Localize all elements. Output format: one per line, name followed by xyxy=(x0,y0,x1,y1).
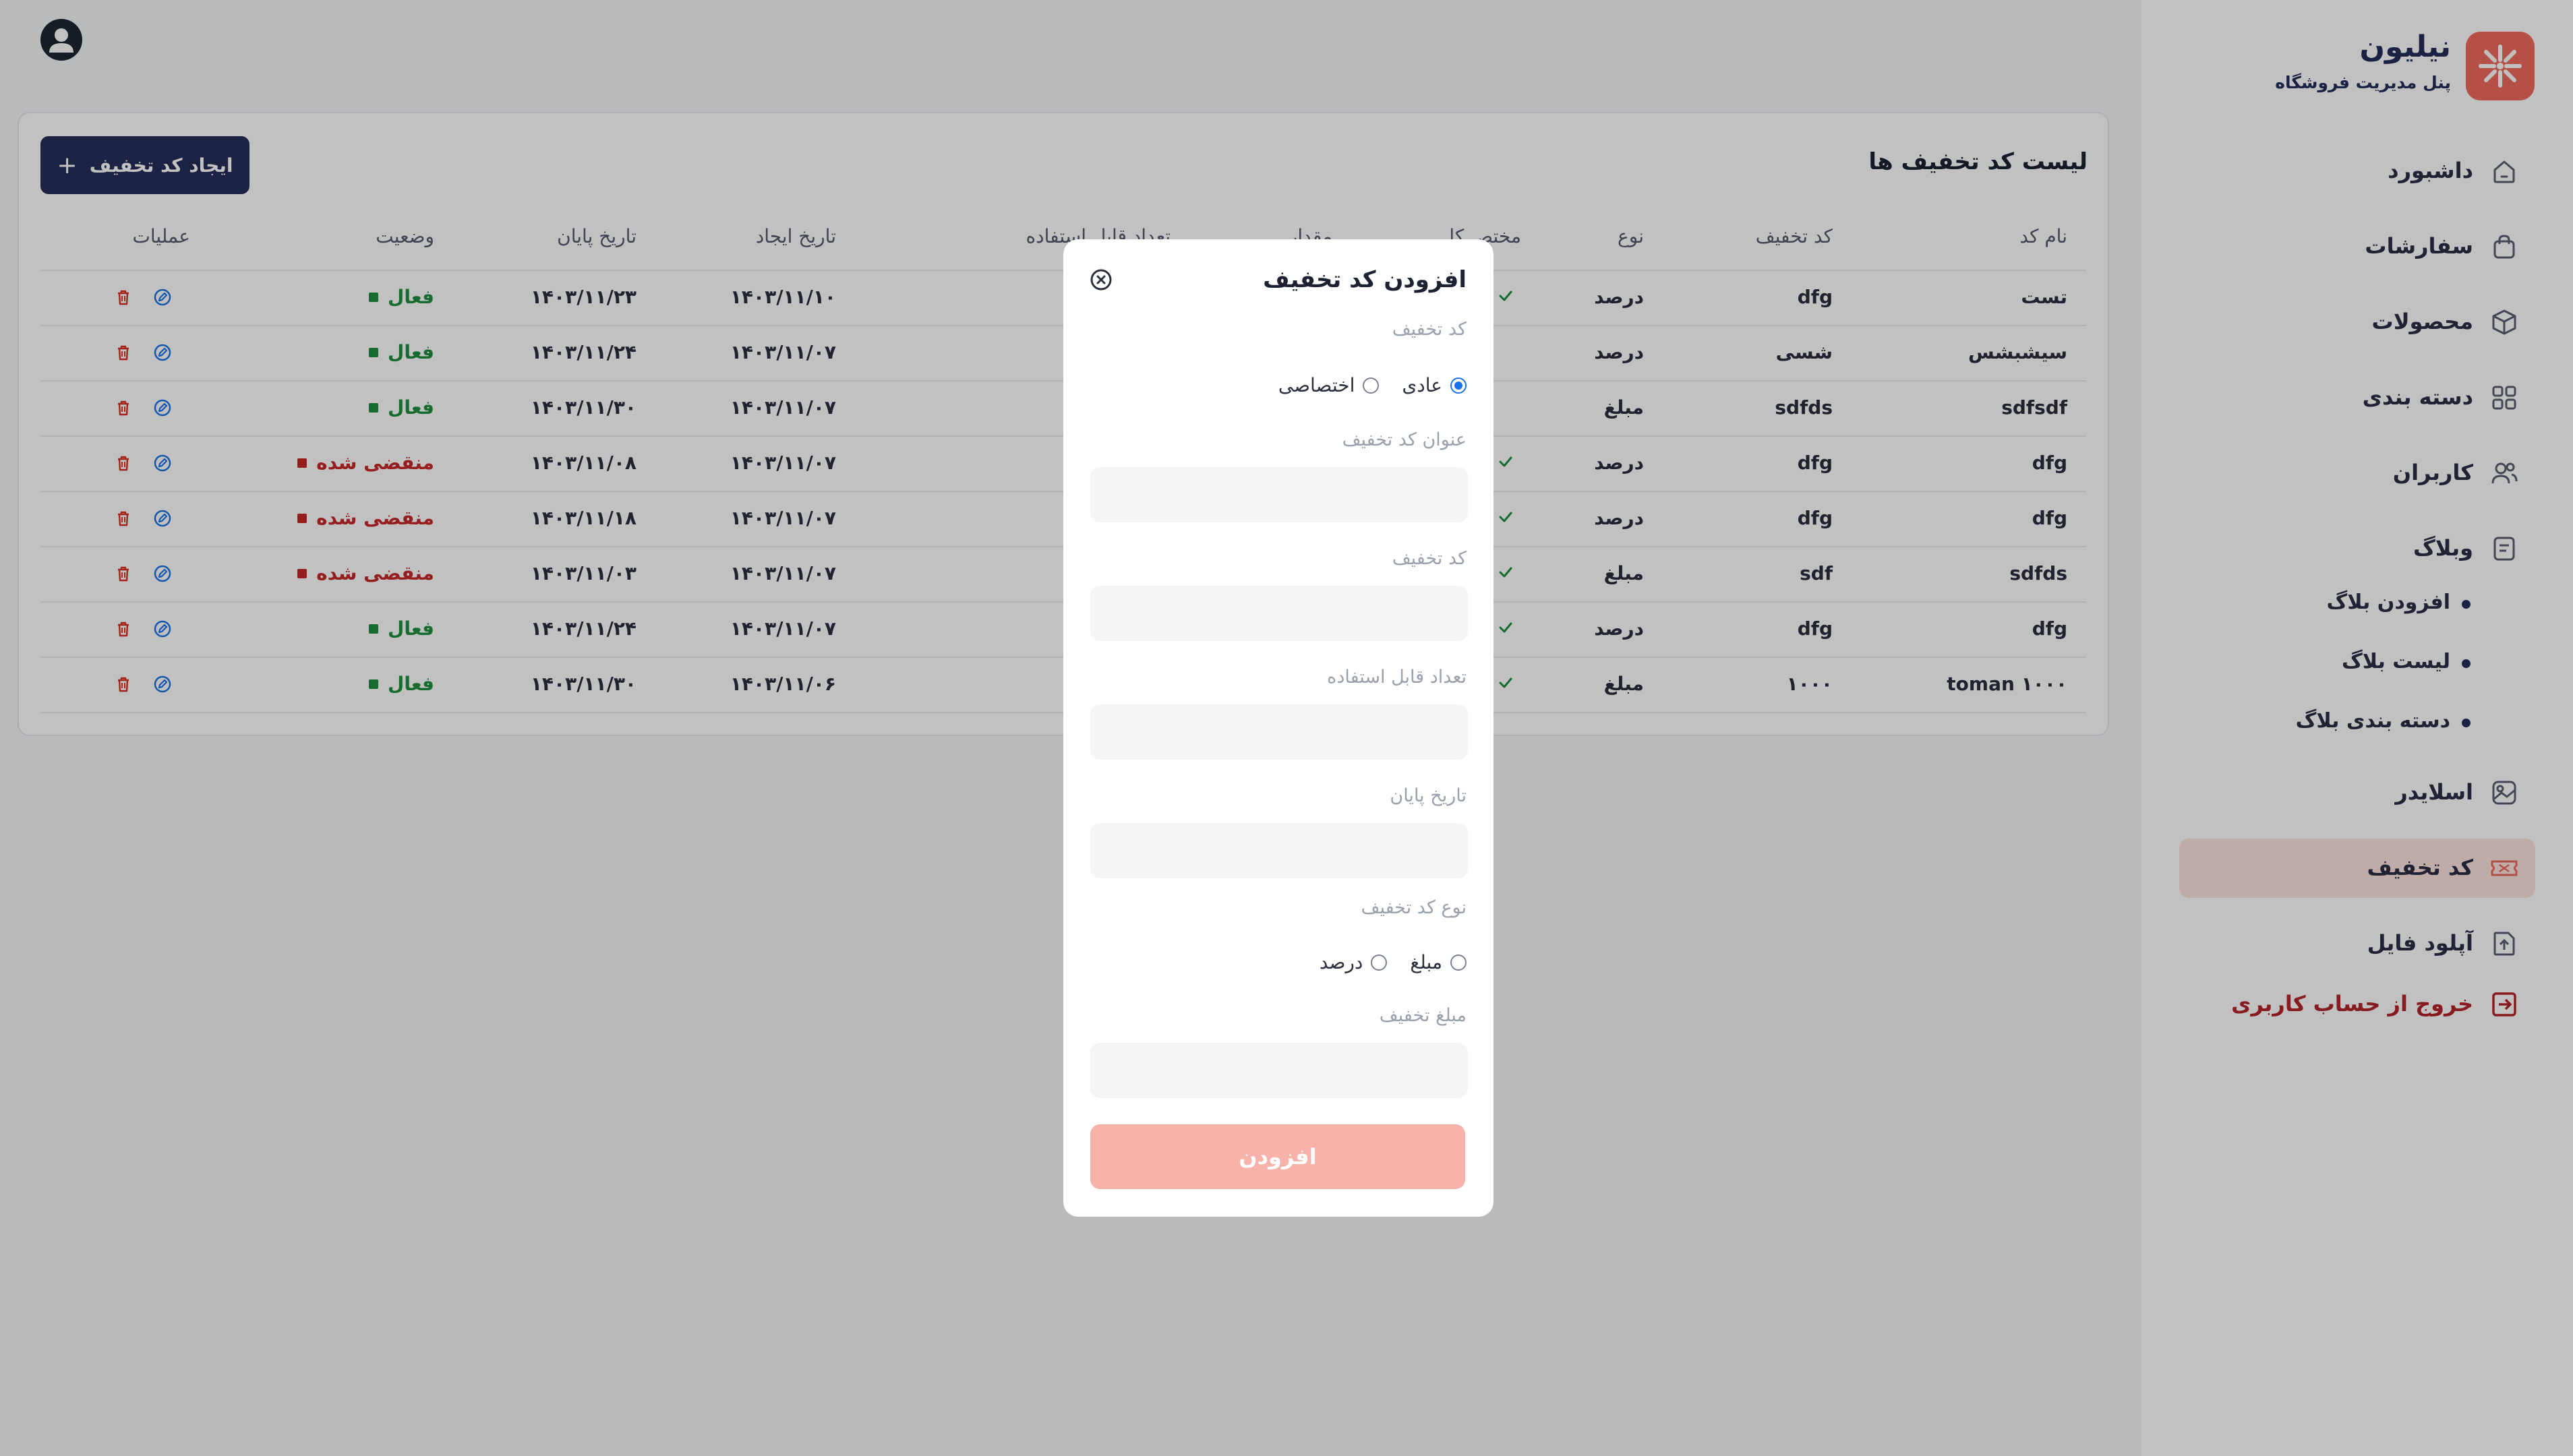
radio-amount-label: مبلغ xyxy=(1410,951,1442,973)
close-icon[interactable] xyxy=(1089,268,1113,292)
radio-amount-control[interactable] xyxy=(1450,954,1467,971)
title-field-label: عنوان کد تخفیف xyxy=(1342,429,1467,450)
radio-exclusive-control[interactable] xyxy=(1363,377,1380,394)
radio-normal-control[interactable] xyxy=(1450,377,1467,394)
discount-amount-label: مبلغ تخفیف xyxy=(1379,1005,1467,1026)
discount-type-label: نوع کد تخفیف xyxy=(1361,897,1467,918)
title-field[interactable] xyxy=(1090,467,1468,522)
end-date-field[interactable] xyxy=(1090,823,1468,878)
radio-percent[interactable]: درصد xyxy=(1319,951,1388,973)
discount-amount-field[interactable] xyxy=(1090,1043,1468,1098)
radio-percent-label: درصد xyxy=(1319,951,1363,973)
radio-normal[interactable]: عادی xyxy=(1402,374,1467,396)
code-kind-radio-group: عادی اختصاصی xyxy=(1278,374,1467,396)
discount-type-radio-group: مبلغ درصد xyxy=(1320,951,1467,973)
radio-percent-control[interactable] xyxy=(1371,954,1388,971)
radio-amount[interactable]: مبلغ xyxy=(1410,951,1467,973)
code-field-label: کد تخفیف xyxy=(1392,548,1467,569)
usable-count-label: تعداد قابل استفاده xyxy=(1327,667,1467,688)
code-kind-label: کد تخفیف xyxy=(1392,319,1467,340)
end-date-label: تاریخ پایان xyxy=(1390,785,1467,806)
code-field[interactable] xyxy=(1090,586,1468,641)
radio-normal-label: عادی xyxy=(1402,374,1442,396)
modal-title: افزودن کد تخفیف xyxy=(1263,266,1467,293)
radio-exclusive[interactable]: اختصاصی xyxy=(1278,374,1380,396)
radio-exclusive-label: اختصاصی xyxy=(1278,374,1355,396)
add-discount-modal: افزودن کد تخفیف کد تخفیف عادی اختصاصی عن… xyxy=(1063,239,1493,1217)
usable-count-field[interactable] xyxy=(1090,704,1468,760)
add-submit-button[interactable]: افزودن xyxy=(1090,1124,1465,1189)
